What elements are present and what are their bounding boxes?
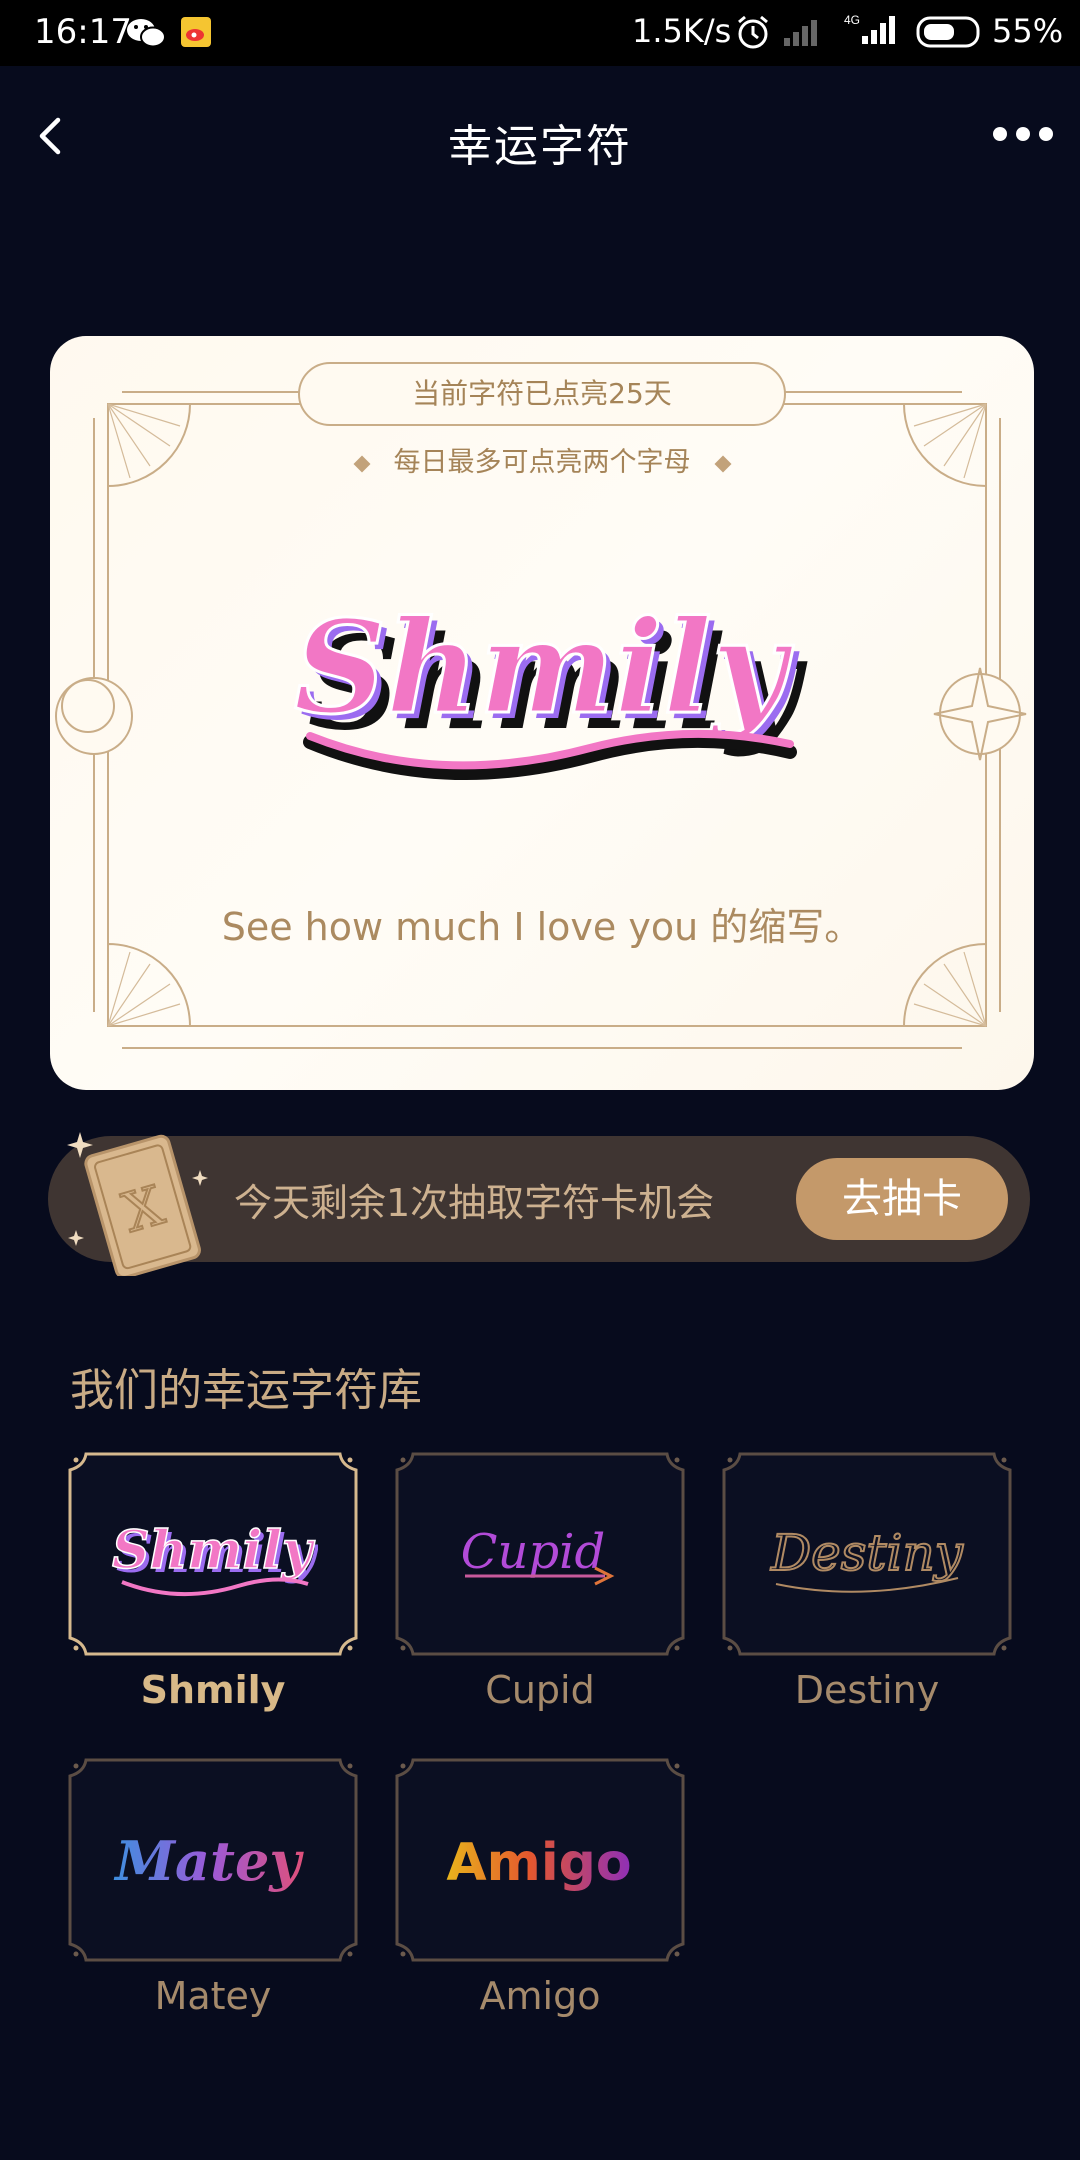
library-item-label: Cupid	[485, 1668, 595, 1712]
status-time: 16:17	[34, 12, 132, 52]
daily-rule-line: 每日最多可点亮两个字母	[50, 440, 1034, 479]
cupid-logo: Cupid	[461, 1524, 615, 1586]
destiny-logo: Destiny	[769, 1523, 965, 1593]
svg-text:Shmily: Shmily	[112, 1520, 316, 1581]
svg-text:Matey: Matey	[113, 1829, 304, 1893]
signal-icon	[782, 16, 824, 52]
daily-rule-text: 每日最多可点亮两个字母	[393, 447, 691, 478]
library-item-amigo[interactable]: Amigo	[395, 1758, 685, 1962]
diamond-right-icon	[714, 455, 731, 472]
status-bar: 16:17 1.5K/s 4G 55%	[0, 0, 1080, 66]
weibo-icon	[180, 16, 212, 52]
library-item-label: Amigo	[479, 1974, 601, 2018]
library-title: 我们的幸运字符库	[70, 1365, 422, 1416]
wechat-icon	[126, 16, 166, 54]
library-item-label: Matey	[154, 1974, 272, 2018]
page-title: 幸运字符	[448, 121, 632, 172]
draw-card-banner: X 今天剩余1次抽取字符卡机会 去抽卡	[48, 1132, 1030, 1276]
svg-text:Shmily: Shmily	[294, 593, 794, 743]
character-description: See how much I love you 的缩写。	[221, 905, 863, 949]
library-item-label: Destiny	[794, 1668, 940, 1712]
tarot-card-icon: X	[67, 1132, 208, 1276]
streak-pill: 当前字符已点亮25天	[298, 362, 786, 426]
svg-text:Cupid: Cupid	[461, 1524, 605, 1580]
more-dots-icon	[993, 127, 1053, 141]
library-item-matey[interactable]: Matey	[68, 1758, 358, 1962]
network-speed: 1.5K/s	[632, 12, 732, 50]
draw-card-button[interactable]: 去抽卡	[796, 1158, 1008, 1240]
diamond-left-icon	[353, 455, 370, 472]
draw-chances-text: 今天剩余1次抽取字符卡机会	[234, 1181, 715, 1225]
signal-4g-icon: 4G	[844, 12, 902, 52]
library-item-destiny[interactable]: Destiny	[722, 1452, 1012, 1656]
svg-text:4G: 4G	[844, 13, 860, 27]
library-item-cupid[interactable]: Cupid	[395, 1452, 685, 1656]
battery-percent: 55%	[992, 12, 1064, 50]
library-item-label: Shmily	[140, 1668, 286, 1712]
alarm-icon	[736, 14, 770, 54]
lucky-character-card: 当前字符已点亮25天 每日最多可点亮两个字母 Shmily Shmily Shm…	[50, 336, 1034, 1090]
amigo-logo: Amigo	[446, 1833, 631, 1893]
battery-icon	[916, 16, 984, 52]
matey-logo: Matey	[113, 1829, 304, 1893]
shmily-logo: Shmily Shmily Shmily	[292, 592, 808, 780]
svg-text:Amigo: Amigo	[446, 1833, 631, 1893]
nav-bar: 幸运字符	[0, 66, 1080, 206]
svg-text:Destiny: Destiny	[770, 1524, 964, 1582]
library-item-shmily[interactable]: Shmily Shmily	[68, 1452, 358, 1656]
more-button[interactable]	[988, 114, 1058, 154]
shmily-logo-small: Shmily Shmily	[111, 1519, 318, 1597]
